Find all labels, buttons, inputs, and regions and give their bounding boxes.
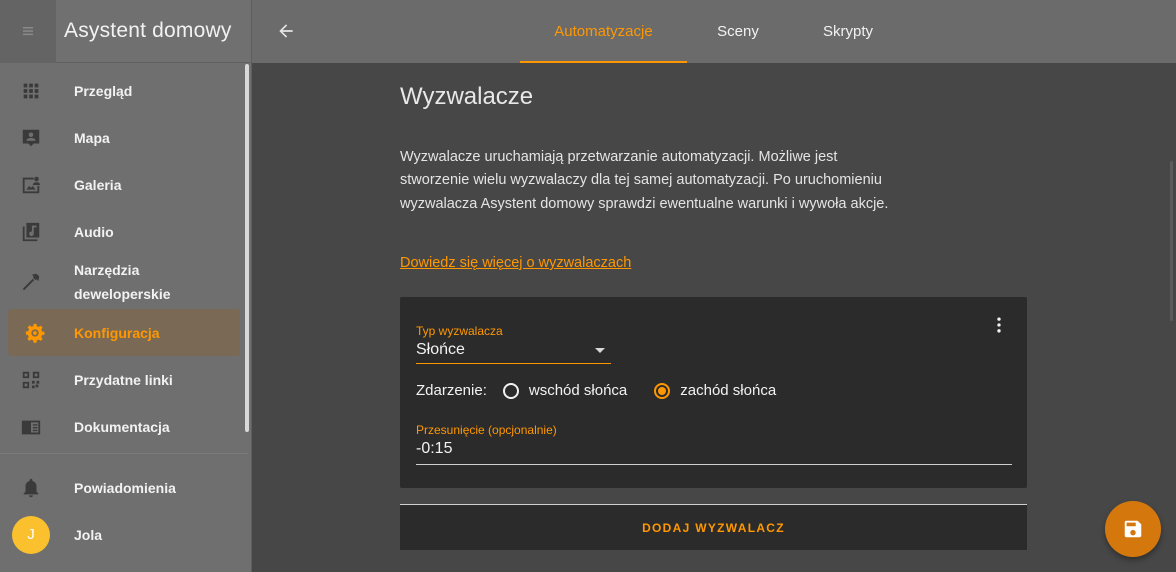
avatar: J [12,515,50,554]
event-radio-group: Zdarzenie: wschód słońca zachód słońca [416,382,787,399]
sidebar-item-audio[interactable]: Audio [0,208,248,255]
sidebar-bottom: Powiadomienia J Jola [0,464,248,558]
bell-icon [0,477,74,499]
sidebar-item-label: Galeria [74,176,122,193]
event-label: Zdarzenie: [416,382,487,399]
image-account-icon [0,174,74,196]
menu-icon[interactable] [0,0,56,63]
tab-scripts[interactable]: Skrypty [789,0,907,63]
sidebar-item-useful-links[interactable]: Przydatne linki [0,356,248,403]
add-trigger-button[interactable]: DODAJ WYZWALACZ [400,504,1027,550]
sidebar-item-developer-tools[interactable]: Narzędzia deweloperskie [0,255,248,309]
main-scrollbar[interactable] [1170,161,1173,321]
sidebar: Asystent domowy Przegląd Mapa Galeria Au… [0,0,252,572]
sidebar-item-label: Dokumentacja [74,418,170,435]
sidebar-item-documentation[interactable]: Dokumentacja [0,403,248,450]
sidebar-scrollbar[interactable] [245,64,249,432]
hammer-icon [0,271,74,293]
dropdown-arrow-icon [595,348,605,353]
sidebar-item-label: Przegląd [74,82,133,99]
sidebar-item-notifications[interactable]: Powiadomienia [0,464,248,511]
trigger-card: Typ wyzwalacza Słońce Zdarzenie: wschód … [400,297,1027,488]
back-arrow-icon[interactable] [274,19,298,43]
book-icon [0,416,74,438]
notifications-label: Powiadomienia [74,479,176,496]
sidebar-item-configuration[interactable]: Konfiguracja [8,309,240,356]
sidebar-item-overview[interactable]: Przegląd [0,67,248,114]
main-content: Wyzwalacze Wyzwalacze uruchamiają przetw… [252,63,1176,572]
radio-sunrise[interactable] [502,382,519,399]
grid-icon [0,80,74,102]
radio-sunset-label[interactable]: zachód słońca [680,382,776,399]
sidebar-item-label: Konfiguracja [74,324,160,341]
user-name: Jola [74,526,103,543]
sidebar-header: Asystent domowy [0,0,251,63]
offset-label: Przesunięcie (opcjonalnie) [416,423,557,437]
radio-sunset[interactable] [654,382,671,399]
save-button[interactable] [1105,501,1161,557]
more-vert-icon[interactable] [989,315,1009,335]
trigger-type-value: Słońce [416,341,465,358]
sidebar-item-label: Audio [74,223,114,240]
trigger-type-select[interactable]: Typ wyzwalacza Słońce [416,324,611,364]
sidebar-nav: Przegląd Mapa Galeria Audio Narzędzia de… [0,67,248,450]
sidebar-item-label: Narzędzia deweloperskie [74,262,171,302]
sidebar-item-label: Przydatne linki [74,371,173,388]
tab-bar: Automatyzacje Sceny Skrypty [520,0,907,63]
app-title: Asystent domowy [64,19,232,42]
floppy-save-icon [1124,520,1142,538]
sidebar-item-label: Mapa [74,129,110,146]
top-bar: Automatyzacje Sceny Skrypty [252,0,1176,63]
radio-sunrise-label[interactable]: wschód słońca [529,382,627,399]
sidebar-divider [0,453,248,454]
sidebar-item-gallery[interactable]: Galeria [0,161,248,208]
sidebar-item-map[interactable]: Mapa [0,114,248,161]
add-trigger-label: DODAJ WYZWALACZ [642,520,785,535]
sidebar-item-profile[interactable]: J Jola [0,511,248,558]
trigger-type-label: Typ wyzwalacza [416,324,503,338]
offset-input[interactable]: Przesunięcie (opcjonalnie) -0:15 [416,423,1012,465]
music-library-icon [0,221,74,243]
page-title: Wyzwalacze [400,83,534,110]
section-description: Wyzwalacze uruchamiają przetwarzanie aut… [400,149,889,212]
tab-automations[interactable]: Automatyzacje [520,0,687,63]
qrcode-icon [0,369,74,391]
gear-icon [8,322,74,344]
offset-value: -0:15 [416,440,453,457]
map-account-icon [0,127,74,149]
learn-more-link[interactable]: Dowiedz się więcej o wyzwalaczach [400,255,631,271]
tab-scenes[interactable]: Sceny [687,0,789,63]
